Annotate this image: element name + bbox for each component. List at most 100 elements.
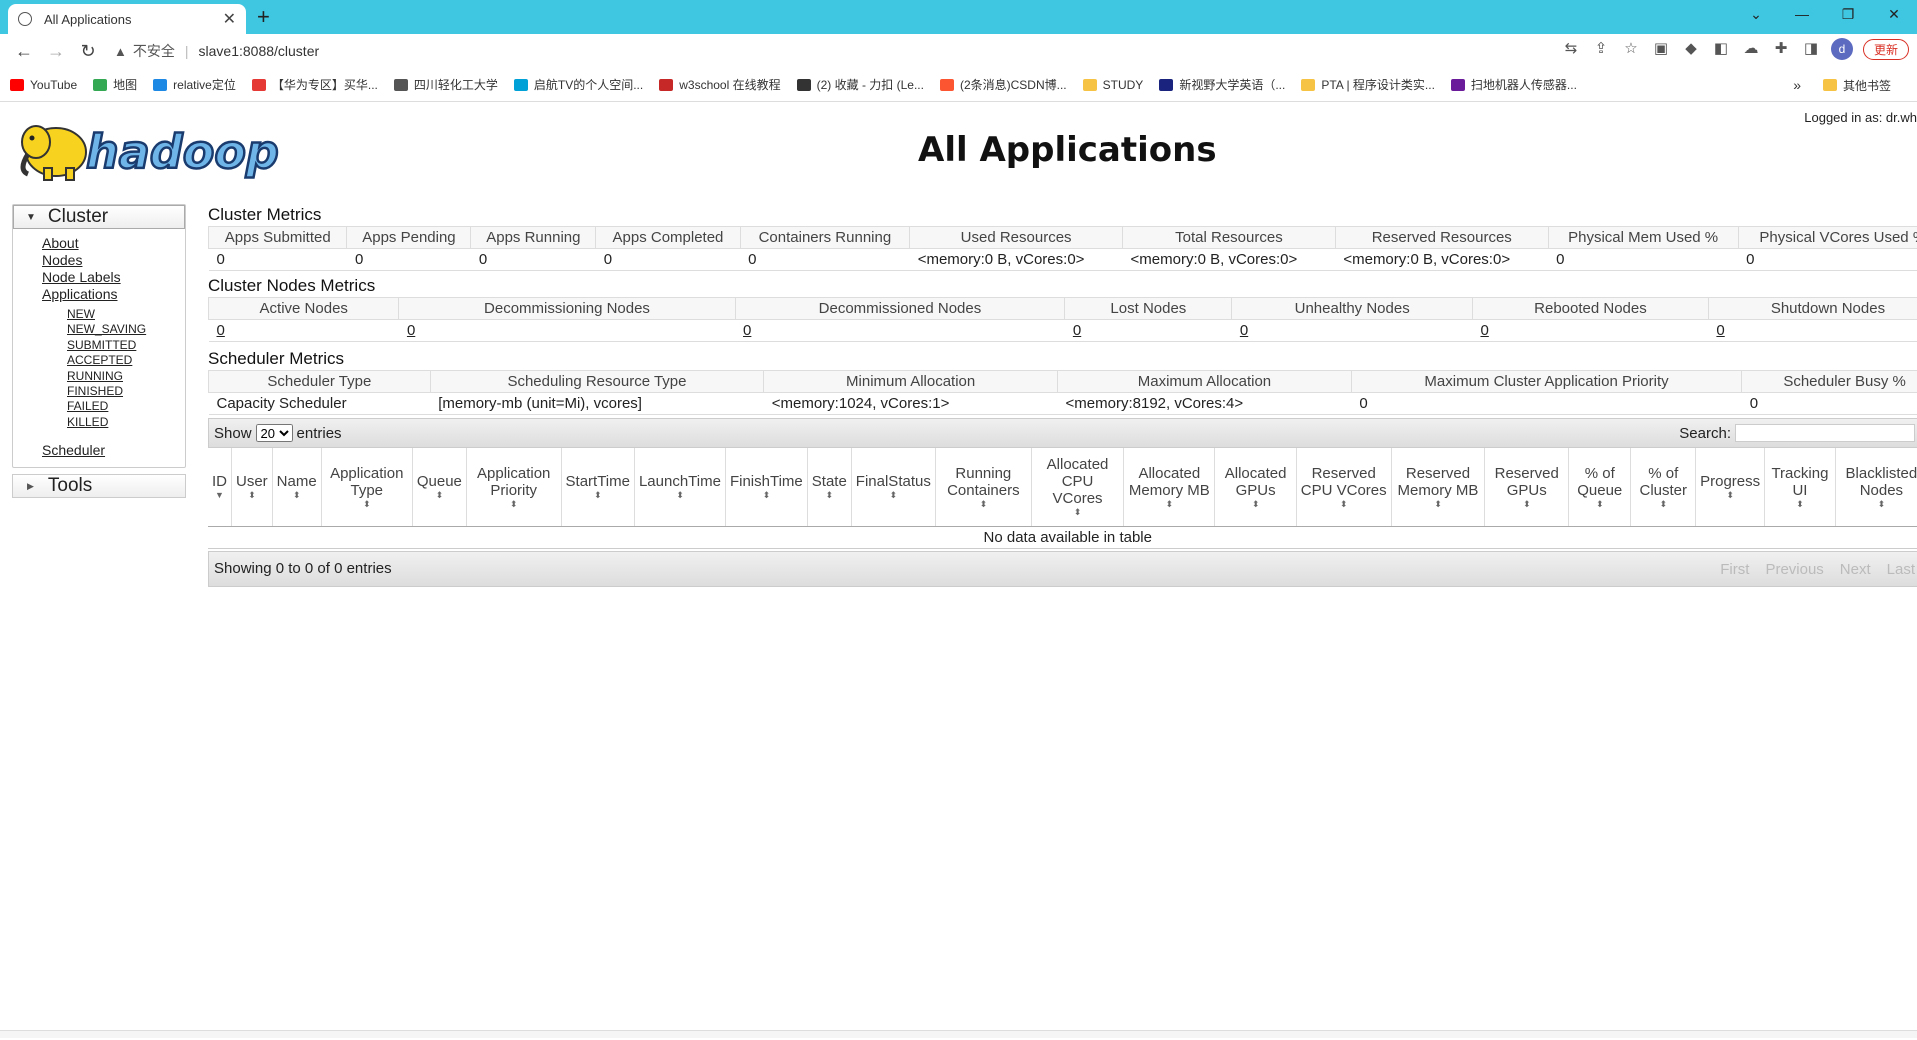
state-link-new[interactable]: NEW: [67, 307, 185, 322]
metric-value-lost-nodes[interactable]: 0: [1064, 319, 1232, 342]
search-input[interactable]: [1735, 424, 1915, 442]
close-window-icon[interactable]: ✕: [1871, 0, 1917, 30]
sidebar-link-applications[interactable]: Applications: [42, 286, 185, 303]
column-header-finalstatus[interactable]: FinalStatus ⬍: [851, 448, 936, 527]
metric-header-containers-running: Containers Running: [739, 226, 911, 249]
column-header-allocated-gpus[interactable]: Allocated GPUs ⬍: [1214, 448, 1297, 527]
column-header-running-containers[interactable]: Running Containers ⬍: [935, 448, 1032, 527]
column-header-tracking-ui[interactable]: Tracking UI ⬍: [1764, 448, 1836, 527]
bookmark-item[interactable]: 【华为专区】买华...: [251, 76, 378, 93]
bookmark-item[interactable]: (2) 收藏 - 力扣 (Le...: [796, 76, 924, 93]
column-header-reserved-memory-mb[interactable]: Reserved Memory MB ⬍: [1391, 448, 1486, 527]
bookmark-item[interactable]: 地图: [93, 76, 137, 93]
state-link-accepted[interactable]: ACCEPTED: [67, 353, 185, 368]
warning-icon[interactable]: ▲: [114, 44, 127, 59]
cluster-links: About Nodes Node Labels Applications NEW…: [13, 229, 185, 467]
share-icon[interactable]: ⇪: [1591, 39, 1611, 59]
bookmark-item[interactable]: 新视野大学英语（...: [1159, 76, 1285, 93]
bookmark-item[interactable]: (2条消息)CSDN博...: [939, 76, 1067, 93]
update-button[interactable]: 更新: [1862, 38, 1909, 60]
metric-value-rebooted-nodes[interactable]: 0: [1472, 319, 1709, 342]
bookmark-item[interactable]: PTA | 程序设计类实...: [1301, 76, 1435, 93]
extension-icon-4[interactable]: ☁: [1741, 39, 1761, 59]
pager-next[interactable]: Next: [1840, 561, 1871, 578]
column-header-application-type[interactable]: Application Type ⬍: [321, 448, 413, 527]
sidebar-link-scheduler[interactable]: Scheduler: [42, 442, 185, 459]
column-header-id[interactable]: ID ▼: [208, 448, 232, 527]
horizontal-scrollbar[interactable]: [0, 1030, 1917, 1038]
column-header-finishtime[interactable]: FinishTime ⬍: [725, 448, 808, 527]
column-header-name[interactable]: Name ⬍: [272, 448, 322, 527]
tools-header[interactable]: ▶ Tools: [12, 474, 186, 499]
bookmark-item[interactable]: 四川轻化工大学: [393, 76, 498, 93]
restore-icon[interactable]: ❐: [1825, 0, 1871, 30]
metric-value-decommissioning-nodes[interactable]: 0: [398, 319, 736, 342]
reload-icon[interactable]: ↻: [72, 41, 104, 62]
cluster-header[interactable]: ▼ Cluster: [13, 205, 185, 229]
column-header-allocated-cpu-vcores[interactable]: Allocated CPU VCores ⬍: [1031, 448, 1125, 527]
state-link-killed[interactable]: KILLED: [67, 415, 185, 430]
other-bookmarks[interactable]: 其他书签: [1822, 77, 1891, 94]
column-header-reserved-gpus[interactable]: Reserved GPUs ⬍: [1484, 448, 1570, 527]
metric-value-scheduling-resource-type: [memory-mb (unit=Mi), vcores]: [430, 392, 764, 415]
column-header-application-priority[interactable]: Application Priority ⬍: [466, 448, 562, 527]
metric-header-shutdown-nodes: Shutdown Nodes: [1707, 297, 1917, 320]
column-header-progress[interactable]: Progress ⬍: [1695, 448, 1766, 527]
star-icon[interactable]: ☆: [1621, 39, 1641, 59]
url-text[interactable]: slave1:8088/cluster: [199, 43, 320, 59]
metric-header-maximum-cluster-application-priority: Maximum Cluster Application Priority: [1350, 370, 1743, 393]
new-tab-button[interactable]: +: [257, 4, 270, 30]
metric-value-decommissioned-nodes[interactable]: 0: [735, 319, 1065, 342]
puzzle-icon[interactable]: ✚: [1771, 39, 1791, 59]
state-link-running[interactable]: RUNNING: [67, 369, 185, 384]
column-header-allocated-memory-mb[interactable]: Allocated Memory MB ⬍: [1123, 448, 1216, 527]
avatar[interactable]: d: [1830, 38, 1853, 60]
back-icon[interactable]: ←: [8, 41, 40, 62]
state-link-failed[interactable]: FAILED: [67, 399, 185, 414]
extension-icon-2[interactable]: ◆: [1681, 39, 1701, 59]
column-header-queue[interactable]: Queue ⬍: [412, 448, 467, 527]
bookmark-item[interactable]: relative定位: [153, 76, 236, 93]
column-header-launchtime[interactable]: LaunchTime ⬍: [634, 448, 726, 527]
close-tab-icon[interactable]: ✕: [223, 9, 236, 29]
entries-select[interactable]: 20: [255, 424, 293, 442]
pager-previous[interactable]: Previous: [1765, 561, 1823, 578]
state-link-new-saving[interactable]: NEW_SAVING: [67, 322, 185, 337]
forward-icon[interactable]: →: [40, 41, 72, 62]
sidepanel-icon[interactable]: ◨: [1801, 39, 1821, 59]
column-label: Queue: [416, 473, 462, 491]
column-header-blacklisted-nodes[interactable]: Blacklisted Nodes ⬍: [1835, 448, 1917, 527]
extension-icon-3[interactable]: ◧: [1711, 39, 1731, 59]
extension-icon-1[interactable]: ▣: [1651, 39, 1671, 59]
state-link-submitted[interactable]: SUBMITTED: [67, 338, 185, 353]
metric-value-shutdown-nodes[interactable]: 0: [1708, 319, 1917, 342]
metric-value-active-nodes[interactable]: 0: [208, 319, 399, 342]
bookmark-item[interactable]: 启航TV的个人空间...: [513, 76, 643, 93]
more-bookmarks-icon[interactable]: »: [1793, 77, 1801, 93]
bookmark-item[interactable]: YouTube: [10, 78, 77, 92]
security-label[interactable]: 不安全: [133, 41, 175, 61]
column-header-of-queue[interactable]: % of Queue ⬍: [1568, 448, 1632, 527]
bookmark-item[interactable]: 扫地机器人传感器...: [1450, 76, 1577, 93]
minimize-icon[interactable]: —: [1779, 0, 1825, 30]
column-header-starttime[interactable]: StartTime ⬍: [561, 448, 635, 527]
column-header-state[interactable]: State ⬍: [807, 448, 852, 527]
bookmark-item[interactable]: STUDY: [1082, 78, 1143, 92]
translate-icon[interactable]: ⇆: [1561, 39, 1581, 59]
column-header-user[interactable]: User ⬍: [231, 448, 273, 527]
bookmark-favicon-icon: [393, 78, 408, 91]
tab-search-icon[interactable]: ⌄: [1733, 0, 1779, 30]
omnibox[interactable]: ▲ 不安全 | slave1:8088/cluster: [114, 38, 319, 64]
column-header-of-cluster[interactable]: % of Cluster ⬍: [1630, 448, 1697, 527]
browser-tab[interactable]: All Applications ✕: [8, 4, 246, 34]
sidebar-link-nodes[interactable]: Nodes: [42, 252, 185, 269]
metric-value-unhealthy-nodes[interactable]: 0: [1231, 319, 1473, 342]
bookmark-item[interactable]: w3school 在线教程: [659, 76, 781, 93]
pager-last[interactable]: Last: [1887, 561, 1915, 578]
column-header-reserved-cpu-vcores[interactable]: Reserved CPU VCores ⬍: [1296, 448, 1392, 527]
sort-desc-icon: ▼: [215, 490, 224, 501]
sidebar-link-about[interactable]: About: [42, 235, 185, 252]
state-link-finished[interactable]: FINISHED: [67, 384, 185, 399]
sidebar-link-node-labels[interactable]: Node Labels: [42, 269, 185, 286]
pager-first[interactable]: First: [1720, 561, 1749, 578]
